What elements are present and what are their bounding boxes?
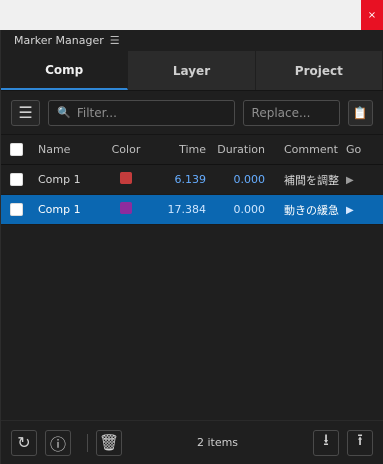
search-icon: 🔍 [57, 106, 71, 119]
replace-input[interactable]: Replace... [242, 99, 340, 126]
import-button[interactable]: ⭳ [313, 429, 339, 456]
filter-input[interactable]: 🔍 Filter... [48, 99, 235, 126]
refresh-icon: ↻ [17, 433, 31, 452]
table-header: Name Color Time Duration Comment Go [1, 135, 383, 165]
clipboard-icon: 📋 [352, 105, 368, 120]
tab-project[interactable]: Project [255, 51, 383, 90]
trash-icon: 🗑 [98, 433, 120, 452]
refresh-button[interactable]: ↻ [11, 429, 37, 456]
info-icon: ⓘ [49, 434, 66, 454]
row-go-cell: ▶ [346, 203, 370, 216]
items-count: 2 items [196, 436, 239, 449]
replace-button[interactable]: 📋 [347, 99, 373, 126]
upload-icon: ⭱ [357, 430, 363, 449]
go-play-icon[interactable]: ▶ [346, 175, 354, 186]
row-go-cell: ▶ [346, 173, 370, 186]
panel-header: Marker Manager ☰ [1, 30, 383, 51]
panel-menu-icon[interactable]: ☰ [110, 34, 120, 47]
row-name: Comp 1 [38, 203, 81, 216]
select-all-checkbox[interactable] [10, 143, 23, 156]
color-swatch[interactable] [120, 202, 132, 214]
close-icon: × [367, 9, 377, 21]
tab-comp[interactable]: Comp [1, 51, 129, 90]
hamburger-icon: ☰ [18, 103, 33, 122]
menu-button[interactable]: ☰ [11, 99, 41, 126]
select-all-check-cell [10, 143, 38, 156]
download-icon: ⭳ [323, 430, 329, 449]
row-color-cell [102, 202, 150, 217]
row-color-cell [102, 172, 150, 187]
header-duration: Duration [217, 143, 265, 156]
row-time: 17.384 [167, 203, 207, 216]
info-button[interactable]: ⓘ [45, 429, 71, 456]
export-button[interactable]: ⭱ [347, 429, 373, 456]
header-time: Time [179, 143, 206, 156]
header-color: Color [111, 143, 141, 156]
row-comment: 補間を調整 [284, 173, 339, 187]
row-checkbox[interactable] [10, 173, 23, 186]
tab-layer[interactable]: Layer [128, 51, 256, 90]
window-titlebar: × [0, 0, 383, 30]
footer-divider [87, 433, 88, 452]
row-check-cell [10, 203, 38, 216]
color-swatch[interactable] [120, 172, 132, 184]
replace-placeholder: Replace... [251, 105, 311, 120]
panel-footer: ↻ ⓘ 🗑 2 items ⭳ ⭱ [1, 420, 383, 464]
delete-button[interactable]: 🗑 [96, 429, 122, 456]
close-button[interactable]: × [361, 0, 383, 30]
row-time: 6.139 [174, 173, 207, 186]
toolbar: ☰ 🔍 Filter... Replace... 📋 [1, 91, 383, 135]
row-check-cell [10, 173, 38, 186]
filter-placeholder: Filter... [76, 105, 117, 120]
row-duration: 0.000 [233, 173, 266, 186]
go-play-icon[interactable]: ▶ [346, 205, 354, 216]
marker-manager-panel: Marker Manager ☰ Comp Layer Project ☰ 🔍 … [0, 30, 383, 464]
row-checkbox[interactable] [10, 203, 23, 216]
header-comment: Comment [284, 143, 338, 156]
tab-bar: Comp Layer Project [1, 51, 383, 91]
row-comment: 動きの緩急 [284, 203, 339, 217]
row-duration: 0.000 [233, 203, 266, 216]
header-name: Name [38, 143, 71, 156]
table-row[interactable]: Comp 1 17.384 0.000 動きの緩急 ▶ [1, 195, 383, 225]
table-row[interactable]: Comp 1 6.139 0.000 補間を調整 ▶ [1, 165, 383, 195]
panel-title: Marker Manager [14, 34, 104, 47]
row-name: Comp 1 [38, 173, 81, 186]
header-go: Go [346, 143, 362, 156]
